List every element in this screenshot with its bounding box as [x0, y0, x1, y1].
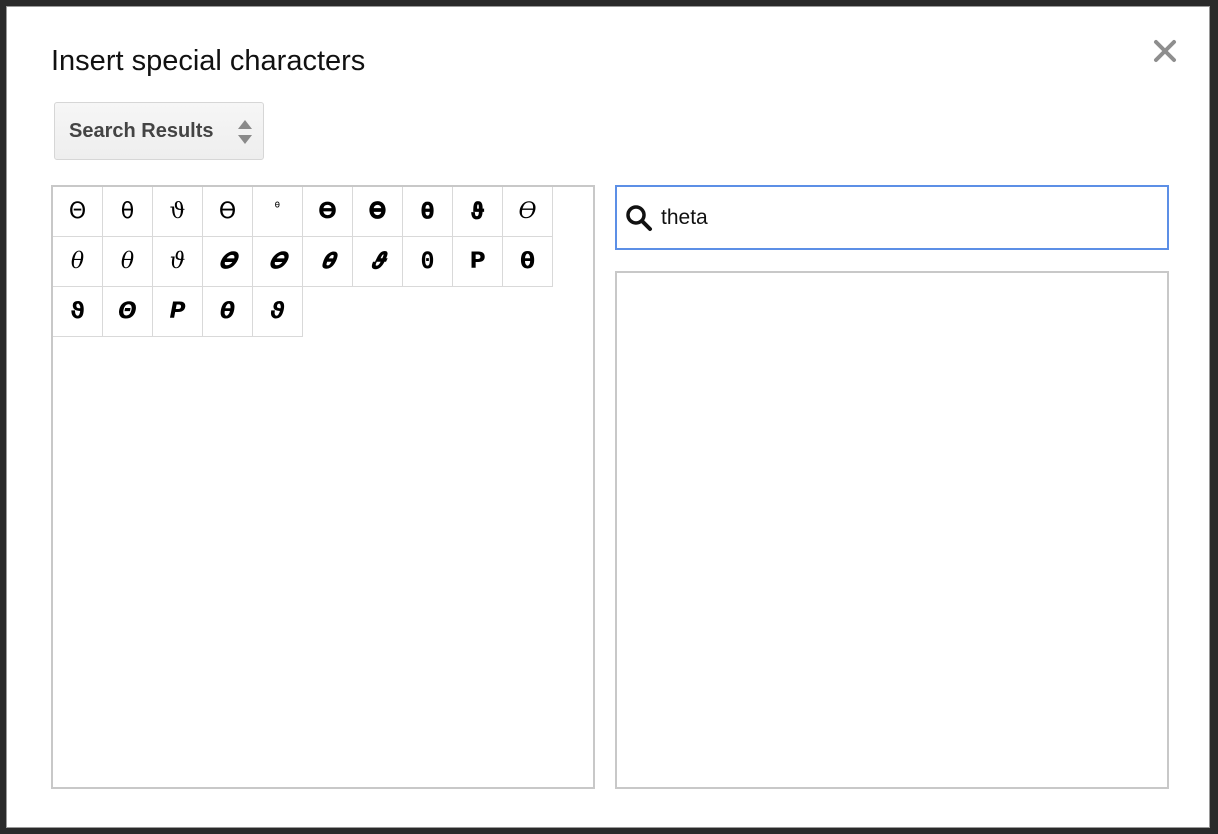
search-icon: [626, 205, 652, 231]
character-results-panel: Θθϑϴᶿ𝚯𝚹𝛉𝛝𝛳𝜃𝜃𝜗𝜭𝜭𝜽𝝑ΘΡθϑΘΡθϑ: [51, 185, 595, 789]
character-cell[interactable]: 𝚹: [353, 187, 403, 237]
character-cell[interactable]: ϑ: [53, 287, 103, 337]
character-cell[interactable]: 𝜽: [303, 237, 353, 287]
close-button[interactable]: [1151, 37, 1179, 65]
category-dropdown-label: Search Results: [69, 119, 214, 142]
character-cell[interactable]: 𝚯: [303, 187, 353, 237]
character-cell[interactable]: 𝜃: [103, 237, 153, 287]
character-cell[interactable]: 𝜃: [53, 237, 103, 287]
character-cell[interactable]: Θ: [53, 187, 103, 237]
search-input[interactable]: [661, 199, 1151, 237]
search-box[interactable]: [615, 185, 1169, 250]
character-cell[interactable]: Θ: [103, 287, 153, 337]
character-cell[interactable]: θ: [203, 287, 253, 337]
character-cell[interactable]: 𝜭: [253, 237, 303, 287]
character-cell[interactable]: ϴ: [203, 187, 253, 237]
character-cell[interactable]: Ρ: [153, 287, 203, 337]
character-cell[interactable]: 𝜗: [153, 237, 203, 287]
character-cell[interactable]: ϑ: [253, 287, 303, 337]
handwriting-draw-area[interactable]: [615, 271, 1169, 789]
close-icon: [1154, 40, 1176, 62]
dialog-title: Insert special characters: [51, 45, 366, 77]
character-grid: Θθϑϴᶿ𝚯𝚹𝛉𝛝𝛳𝜃𝜃𝜗𝜭𝜭𝜽𝝑ΘΡθϑΘΡθϑ: [53, 187, 553, 337]
character-cell[interactable]: 𝛝: [453, 187, 503, 237]
character-cell[interactable]: 𝛳: [503, 187, 553, 237]
character-cell[interactable]: Θ: [403, 237, 453, 287]
character-cell[interactable]: 𝜭: [203, 237, 253, 287]
character-cell[interactable]: θ: [103, 187, 153, 237]
character-cell[interactable]: 𝛉: [403, 187, 453, 237]
character-cell[interactable]: ϑ: [153, 187, 203, 237]
special-characters-dialog: Insert special characters Search Results…: [6, 6, 1210, 828]
category-dropdown[interactable]: Search Results: [54, 102, 264, 160]
character-cell[interactable]: Ρ: [453, 237, 503, 287]
character-cell[interactable]: ᶿ: [253, 187, 303, 237]
character-cell[interactable]: 𝝑: [353, 237, 403, 287]
character-cell[interactable]: θ: [503, 237, 553, 287]
updown-arrows-icon: [238, 120, 252, 144]
